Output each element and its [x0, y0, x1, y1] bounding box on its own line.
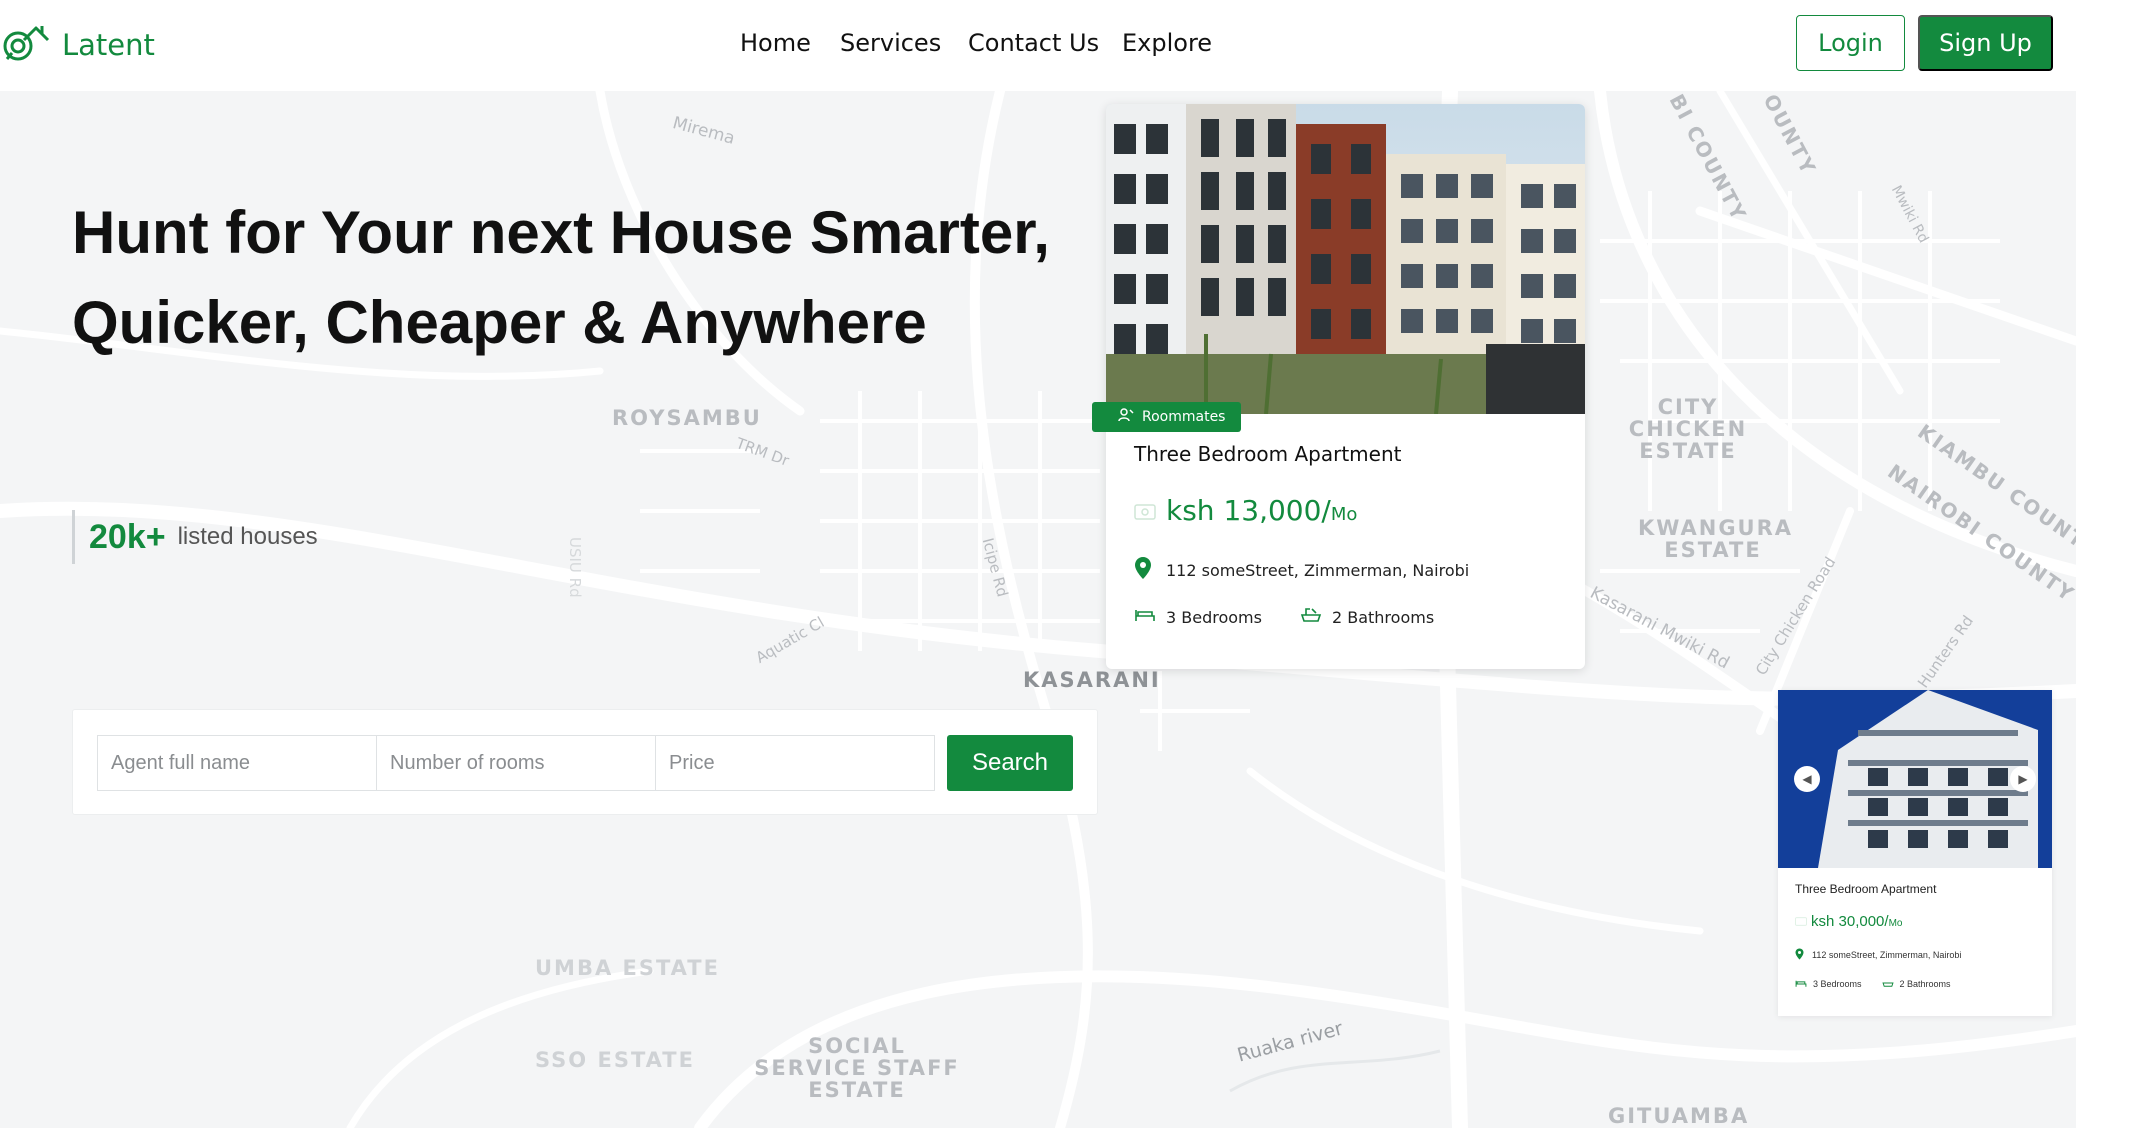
- badge-label: Roommates: [1142, 409, 1226, 425]
- bathrooms-text-small: 2 Bathrooms: [1899, 979, 1951, 989]
- map-label-sso-estate: SSO ESTATE: [535, 1048, 695, 1072]
- location-pin-icon: [1795, 948, 1804, 962]
- map-label-kwangura: KWANGURA ESTATE: [1638, 516, 1794, 563]
- bathtub-icon: [1881, 978, 1894, 990]
- bedrooms-text: 3 Bedrooms: [1166, 607, 1262, 627]
- map-label-social-service: SOCIAL SERVICE STAFF ESTATE: [754, 1034, 960, 1103]
- address-text: 112 someStreet, Zimmerman, Nairobi: [1166, 560, 1470, 580]
- roommates-icon: [1118, 408, 1134, 426]
- map-label-kasarani: KASARANI: [1023, 668, 1161, 692]
- bed-icon: [1795, 979, 1807, 990]
- stats-count: 20k+: [89, 517, 166, 556]
- listing-title-small: Three Bedroom Apartment: [1795, 882, 1937, 896]
- carousel-prev-button[interactable]: ◀: [1794, 766, 1820, 792]
- price-input[interactable]: [655, 735, 935, 791]
- nav-link-contact-us[interactable]: Contact Us: [968, 29, 1099, 57]
- nav-link-explore[interactable]: Explore: [1122, 29, 1212, 57]
- page-right-gutter: [2076, 0, 2151, 1128]
- map-label-gituamba: GITUAMBA: [1608, 1104, 1750, 1128]
- listing-stats: 20k+ listed houses: [72, 510, 318, 564]
- agent-name-input[interactable]: [97, 735, 377, 791]
- carousel-next-button[interactable]: ▶: [2010, 766, 2036, 792]
- listing-photo: [1106, 104, 1585, 414]
- money-icon: [1795, 913, 1807, 931]
- price-amount: ksh 13,000/: [1166, 494, 1331, 527]
- secondary-listing-card[interactable]: ◀ ▶ Three Bedroom Apartment ksh 30,000/M…: [1778, 690, 2052, 1016]
- rooms-input[interactable]: [376, 735, 656, 791]
- chevron-right-icon: ▶: [2018, 772, 2028, 786]
- brand-logo[interactable]: Latent: [2, 22, 155, 67]
- featured-listing-card[interactable]: Roommates Three Bedroom Apartment ksh 13…: [1092, 104, 1585, 669]
- address-text-small: 112 someStreet, Zimmerman, Nairobi: [1812, 950, 1962, 960]
- nav-link-services[interactable]: Services: [840, 29, 941, 57]
- bathtub-icon: [1300, 606, 1322, 628]
- bed-icon: [1134, 607, 1156, 627]
- price-unit-small: Mo: [1888, 918, 1903, 929]
- brand-name: Latent: [62, 27, 155, 62]
- listing-price-small: ksh 30,000/Mo: [1795, 913, 1902, 931]
- listing-address: 112 someStreet, Zimmerman, Nairobi: [1134, 556, 1469, 584]
- search-button[interactable]: Search: [947, 735, 1073, 791]
- bathrooms-text: 2 Bathrooms: [1331, 607, 1435, 627]
- listing-features: 3 Bedrooms 2 Bathrooms: [1134, 606, 1434, 628]
- nav-link-home[interactable]: Home: [740, 29, 811, 57]
- listing-title: Three Bedroom Apartment: [1134, 442, 1402, 466]
- listing-address-small: 112 someStreet, Zimmerman, Nairobi: [1795, 948, 1961, 962]
- roommates-badge: Roommates: [1092, 402, 1241, 432]
- listing-price: ksh 13,000/Mo: [1134, 494, 1357, 527]
- top-navbar: Latent Home Services Contact Us Explore …: [0, 0, 2076, 91]
- map-label-umba-estate: UMBA ESTATE: [535, 956, 720, 980]
- house-search-icon: [2, 22, 50, 67]
- stats-label: listed houses: [177, 523, 318, 550]
- price-unit: Mo: [1330, 504, 1358, 525]
- bedrooms-text-small: 3 Bedrooms: [1813, 979, 1862, 989]
- search-bar: Search: [72, 709, 1098, 815]
- price-amount-small: ksh 30,000/: [1811, 913, 1889, 930]
- map-road-usiu: USIU Rd: [566, 537, 584, 598]
- map-label-city-chicken: CITY CHICKEN ESTATE: [1628, 395, 1748, 464]
- login-button[interactable]: Login: [1796, 15, 1905, 71]
- location-pin-icon: [1134, 556, 1152, 584]
- map-label-roysambu: ROYSAMBU: [612, 406, 762, 430]
- hero-title: Hunt for Your next House Smarter, Quicke…: [72, 199, 1050, 356]
- listing-features-small: 3 Bedrooms 2 Bathrooms: [1795, 978, 1951, 990]
- signup-button[interactable]: Sign Up: [1918, 15, 2053, 71]
- money-icon: [1134, 504, 1156, 524]
- chevron-left-icon: ◀: [1802, 772, 1812, 786]
